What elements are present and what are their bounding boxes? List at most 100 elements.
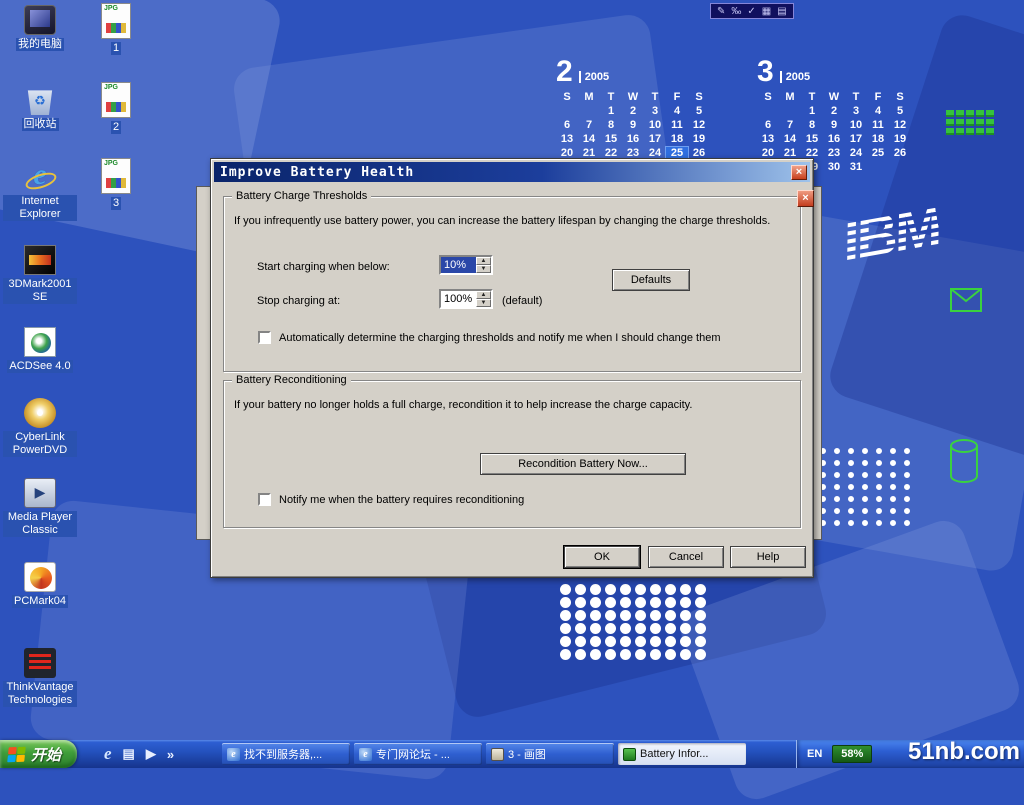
windows-flag-icon [7,746,26,762]
desktop-icon-thinkvantage[interactable]: ThinkVantage Technologies [2,648,78,707]
spin-down-arrow-icon[interactable]: ▼ [476,265,491,273]
dot [695,597,706,608]
dot [620,623,631,634]
cancel-button[interactable]: Cancel [648,546,724,568]
desktop-icon-internet-explorer[interactable]: Internet Explorer [2,162,78,221]
dot [605,597,616,608]
dot [605,584,616,595]
desktop-icon-mpc[interactable]: Media Player Classic [2,478,78,537]
taskbar-task-2[interactable]: e专门网论坛 - ... [354,743,482,765]
calendar-weekday: T [845,91,867,104]
dot [620,584,631,595]
jpg-file-label: 1 [111,42,121,55]
ring-dot [904,496,910,502]
taskbar-task-4[interactable]: Battery Infor... [618,743,746,765]
internet-explorer-icon [24,162,56,192]
percent-icon[interactable]: ‰ [731,6,741,17]
calendar-day: 4 [666,105,688,118]
quick-launch: e ▤ ▶ » [104,740,174,768]
start-charging-value[interactable]: 10% [441,257,476,273]
stop-charging-value[interactable]: 100% [441,291,476,307]
calendar-day: 9 [823,119,845,132]
ring-dot [834,484,840,490]
desktop-icon-pcmark04[interactable]: PCMark04 [2,562,78,608]
stop-charging-spinner[interactable]: 100% ▲ ▼ [439,289,493,309]
dot [560,623,571,634]
dot [620,636,631,647]
dot [605,623,616,634]
jpg-file-label: 3 [111,197,121,210]
desktop-icon-powerdvd[interactable]: CyberLink PowerDVD [2,398,78,457]
dot [575,649,586,660]
database-cylinder-icon [948,438,980,484]
notes-icon[interactable]: ▤ [777,6,786,17]
taskbar-task-1[interactable]: e找不到服务器,... [222,743,350,765]
language-indicator[interactable]: EN [807,748,822,760]
dot [695,623,706,634]
grid-icon[interactable]: ▦ [762,6,771,17]
start-charging-spinner[interactable]: 10% ▲ ▼ [439,255,493,275]
calendar-day: 12 [688,119,710,132]
media-player-quick-icon[interactable]: ▶ [146,746,156,762]
defaults-button[interactable]: Defaults [612,269,690,291]
desktop-icon-label: ACDSee 4.0 [7,360,72,373]
green-square [966,128,974,135]
dot [650,623,661,634]
ring-dot [848,484,854,490]
ring-dot [848,508,854,514]
green-square [956,110,964,117]
overflow-chevron-icon[interactable]: » [167,747,174,762]
notify-reconditioning-checkbox[interactable] [258,493,271,506]
acdsee-icon [24,327,56,357]
ring-dot [834,460,840,466]
battery-tray-indicator[interactable]: 58% [832,745,872,763]
jpg-file-column: JPG1 JPG2 JPG3 [92,0,140,300]
jpg-file-1[interactable]: JPG1 [92,3,140,55]
pen-tool-icon[interactable]: ✎ [717,6,725,17]
task-label: Battery Infor... [640,748,708,760]
dot [665,649,676,660]
dot [695,584,706,595]
start-button[interactable]: 开始 [0,740,77,768]
desktop-icon-my-computer[interactable]: 我的电脑 [2,5,78,51]
dot-grid-rings [820,448,918,532]
dot [620,649,631,660]
taskbar: 开始 e ▤ ▶ » e找不到服务器,...e专门网论坛 - ... 3 - 画图 Bat… [0,740,1024,768]
spin-up-arrow-icon[interactable]: ▲ [476,257,491,265]
behind-window-close-button[interactable]: × [797,190,814,207]
task-label: 3 - 画图 [508,746,546,762]
jpg-file-3[interactable]: JPG3 [92,158,140,210]
internet-explorer-quick-icon[interactable]: e [104,744,112,764]
dot [680,597,691,608]
recondition-battery-now-button[interactable]: Recondition Battery Now... [480,453,686,475]
help-button[interactable]: Help [730,546,806,568]
ok-button[interactable]: OK [564,546,640,568]
ring-dot [862,472,868,478]
calendar-day: 17 [845,133,867,146]
jpg-file-2[interactable]: JPG2 [92,82,140,134]
dot [650,636,661,647]
3dmark2001-icon [24,245,56,275]
brush-icon[interactable]: ✓ [747,6,755,17]
spin-down-arrow-icon[interactable]: ▼ [476,299,491,307]
improve-battery-health-dialog: Improve Battery Health × Battery Charge … [210,158,814,578]
ring-dot [848,520,854,526]
desktop-icon-recycle-bin[interactable]: 回收站 [2,85,78,131]
calendar-day: 14 [779,133,801,146]
calendar-day: 2 [823,105,845,118]
spin-up-arrow-icon[interactable]: ▲ [476,291,491,299]
dot [590,597,601,608]
desktop-icon-acdsee[interactable]: ACDSee 4.0 [2,327,78,373]
dot [635,623,646,634]
show-desktop-icon[interactable]: ▤ [123,746,135,762]
mpc-icon [24,478,56,508]
dot [665,610,676,621]
dialog-titlebar[interactable]: Improve Battery Health × [214,162,810,182]
auto-determine-checkbox[interactable] [258,331,271,344]
dot [680,610,691,621]
desktop-icon-3dmark2001[interactable]: 3DMark2001 SE [2,245,78,304]
green-square [946,119,954,126]
reconditioning-group-description: If your battery no longer holds a full c… [234,399,786,411]
dialog-close-button[interactable]: × [791,165,807,180]
taskbar-task-3[interactable]: 3 - 画图 [486,743,614,765]
